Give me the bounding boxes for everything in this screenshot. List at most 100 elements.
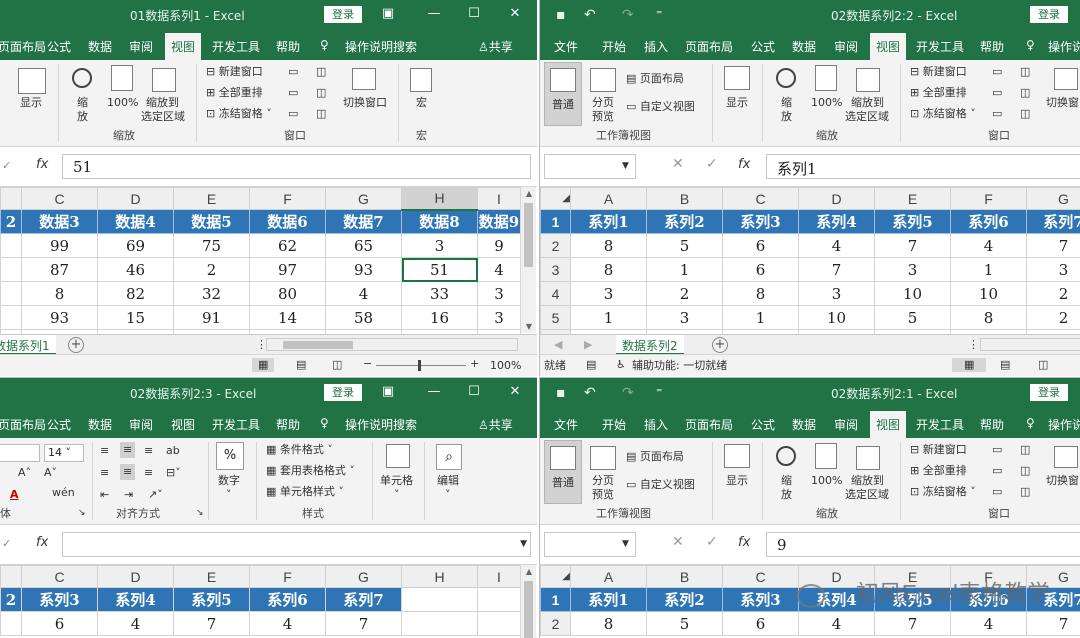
zoom-to-selection-icon[interactable] (856, 68, 880, 92)
cell[interactable]: 10 (874, 281, 951, 306)
zoom-100-button[interactable]: 100% (107, 96, 138, 110)
select-all-corner[interactable]: ◢ (540, 187, 571, 210)
hide-icon[interactable]: ▭ (992, 86, 1002, 100)
cell[interactable]: 2 (1026, 305, 1080, 330)
cell[interactable]: 1 (570, 305, 647, 330)
cell[interactable]: 6 (21, 611, 98, 636)
side-by-side-icon[interactable]: ◫ (1020, 65, 1030, 79)
zoom-label-a[interactable]: 缩 (781, 96, 792, 110)
cells-dropdown-icon[interactable]: ˅ (394, 488, 400, 502)
tab-view[interactable]: 视图 (870, 33, 907, 60)
cell[interactable]: 3 (477, 305, 521, 330)
customize-qat-icon[interactable]: ⁼ (656, 7, 662, 21)
cell[interactable]: 10 (798, 305, 875, 330)
zoom-100-icon[interactable] (815, 65, 837, 91)
login-button[interactable]: 登录 (1030, 384, 1068, 401)
cell[interactable]: 14 (249, 305, 326, 330)
cell[interactable]: 82 (97, 281, 174, 306)
tab-insert[interactable]: 插入 (644, 38, 668, 55)
cell[interactable]: 62 (249, 233, 326, 258)
zoom-sel-label-b[interactable]: 选定区域 (845, 110, 889, 124)
cell[interactable]: 系列3 (21, 587, 98, 612)
show-button[interactable]: 显示 (20, 96, 42, 110)
tab-file[interactable]: 文件 (554, 38, 578, 55)
cell[interactable]: 3 (874, 257, 951, 282)
tab-view[interactable]: 视图 (171, 416, 195, 433)
cell[interactable]: 58 (325, 305, 402, 330)
hide-icon[interactable]: ▭ (288, 86, 298, 100)
zoom-sel-label-a[interactable]: 缩放到 (146, 96, 179, 110)
new-window-button[interactable]: ⊟ 新建窗口 (206, 65, 263, 79)
cell[interactable]: 4 (950, 611, 1027, 636)
fx-icon[interactable]: fx (36, 158, 48, 172)
cell[interactable]: 5 (874, 305, 951, 330)
cell[interactable]: 系列2 (646, 587, 723, 612)
tell-me-search[interactable]: 操作说明搜索 (345, 416, 417, 433)
page-layout-view-button[interactable]: ▤ 页面布局 (626, 450, 684, 464)
cell[interactable]: 7 (874, 233, 951, 258)
cell[interactable]: 4 (798, 233, 875, 258)
cell[interactable]: 99 (21, 233, 98, 258)
cell[interactable]: 2 (646, 281, 723, 306)
font-name-dropdown[interactable] (0, 444, 40, 462)
cell[interactable]: 5 (646, 611, 723, 636)
cell[interactable]: 9 (477, 233, 521, 258)
cell[interactable]: 16 (401, 305, 478, 330)
formula-input[interactable]: 9 (766, 532, 1080, 557)
add-sheet-icon[interactable]: + (68, 337, 84, 353)
tab-developer[interactable]: 开发工具 (212, 416, 260, 433)
close-icon[interactable]: ✕ (507, 383, 523, 401)
page-break-icon[interactable] (590, 446, 616, 470)
column-header[interactable]: D (97, 565, 174, 588)
cell[interactable]: 数据4 (97, 209, 174, 234)
column-header[interactable]: C (21, 565, 98, 588)
percent-icon[interactable]: % (216, 442, 244, 470)
freeze-panes-button[interactable]: ⊡ 冻结窗格 ˅ (910, 485, 976, 499)
tab-developer[interactable]: 开发工具 (916, 416, 964, 433)
cell[interactable] (0, 611, 22, 636)
cell[interactable]: 4 (325, 281, 402, 306)
zoom-100-icon[interactable] (111, 65, 133, 91)
column-header[interactable]: C (21, 187, 98, 210)
switch-window-button[interactable]: 切换窗口 (1046, 474, 1080, 488)
cell[interactable]: 80 (249, 281, 326, 306)
cell[interactable]: 8 (570, 611, 647, 636)
column-header[interactable]: C (722, 187, 799, 210)
new-window-button[interactable]: ⊟ 新建窗口 (910, 443, 967, 457)
column-header[interactable]: D (798, 187, 875, 210)
page-layout-view-icon[interactable]: ▤ (1000, 358, 1010, 372)
split-icon[interactable]: ▭ (288, 65, 298, 79)
zoom-icon[interactable] (776, 446, 796, 466)
tab-formulas[interactable]: 公式 (751, 38, 775, 55)
save-icon[interactable]: ▪ (556, 385, 566, 401)
next-sheet-icon[interactable]: ▶ (584, 338, 592, 352)
switch-window-icon[interactable] (1054, 68, 1078, 90)
switch-window-button[interactable]: 切换窗口 (1046, 96, 1080, 110)
cell[interactable]: 4 (950, 233, 1027, 258)
zoom-level[interactable]: 100% (490, 359, 521, 373)
align-top-icon[interactable]: ≡ (100, 444, 109, 458)
column-header[interactable]: G (1026, 187, 1080, 210)
tab-data[interactable]: 数据 (88, 416, 112, 433)
cell[interactable]: 系列3 (722, 587, 799, 612)
cell[interactable] (0, 257, 22, 282)
cell[interactable]: 6 (722, 233, 799, 258)
redo-icon[interactable]: ↷ (622, 7, 634, 23)
accessibility-status[interactable]: 辅助功能: 一切就绪 (632, 359, 727, 373)
cells-button[interactable]: 单元格 (380, 474, 413, 488)
cell[interactable]: 数据3 (21, 209, 98, 234)
cell[interactable]: 4 (97, 611, 174, 636)
column-header[interactable]: F (249, 187, 326, 210)
row-header[interactable]: 2 (540, 233, 571, 258)
unhide-icon[interactable]: ▭ (288, 107, 298, 121)
page-layout-view-icon[interactable]: ▤ (296, 358, 306, 372)
prev-sheet-icon[interactable]: ◀ (554, 338, 562, 352)
macro-icon[interactable] (410, 68, 432, 92)
cell[interactable]: 91 (173, 305, 250, 330)
cell[interactable]: 3 (798, 281, 875, 306)
column-header[interactable]: D (97, 187, 174, 210)
cell[interactable]: 系列5 (874, 209, 951, 234)
login-button[interactable]: 登录 (324, 6, 362, 23)
tab-help[interactable]: 帮助 (276, 416, 300, 433)
page-break-label-b[interactable]: 预览 (592, 110, 614, 124)
